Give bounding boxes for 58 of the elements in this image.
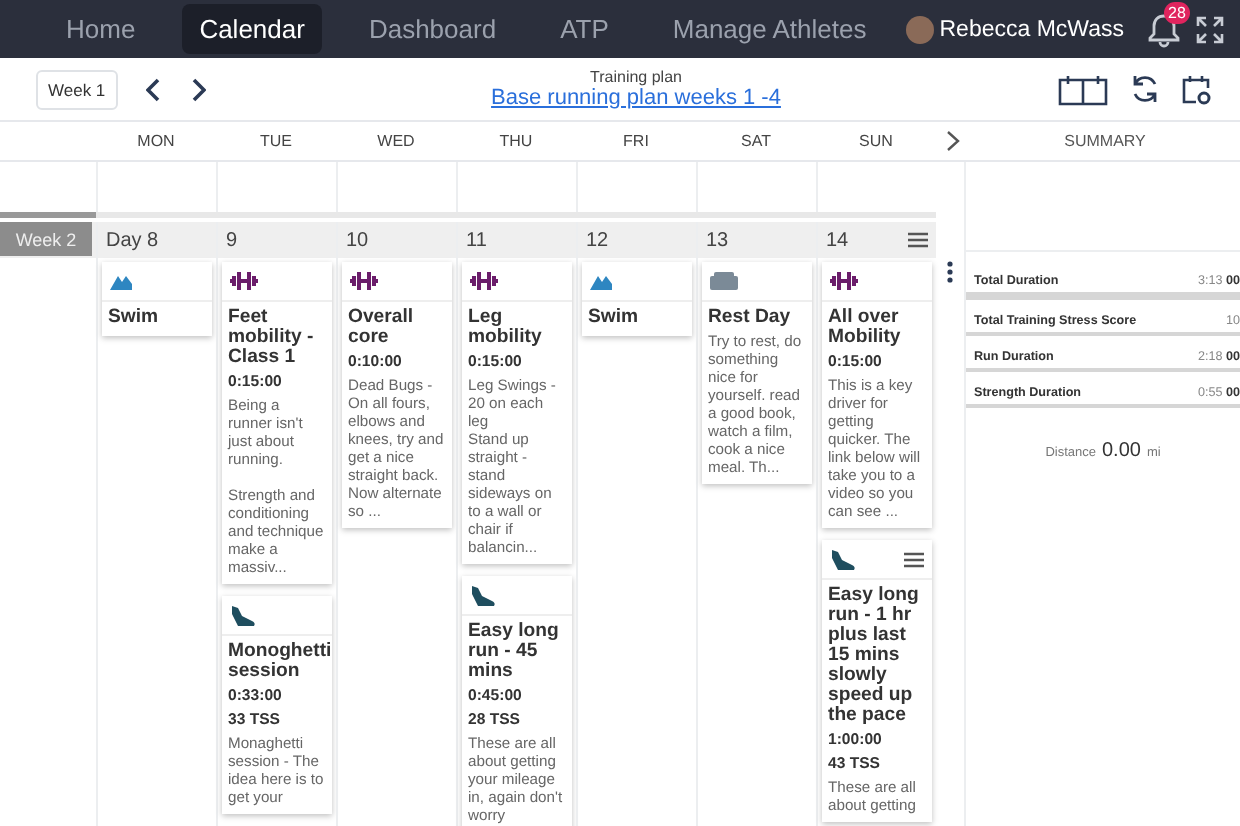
fullscreen-icon[interactable] [1196,15,1224,43]
workout-title: Monoghetti session [228,642,326,682]
workout-title: Feet mobility - Class 1 [228,308,316,368]
shoe-icon [230,605,256,625]
workout-title: Swim [108,308,161,328]
workout-card[interactable]: Swim [582,262,692,336]
bed-icon [710,272,738,290]
day-number: 13 [706,229,729,251]
week-label: Week 2 [0,222,92,256]
day-number: 11 [466,229,487,251]
workout-title: Overall core [348,308,416,348]
day-number: 10 [346,229,369,251]
menu-icon[interactable] [904,551,924,567]
weekday-header: TUE [258,132,294,150]
refresh-icon[interactable] [1130,74,1160,104]
nav-tab[interactable]: Home [48,4,154,54]
plan-link[interactable]: Base running plan weeks 1 -4 [491,86,781,110]
workout-title: Rest Day [708,308,793,328]
weekday-header: THU [497,132,535,150]
day-number: 14 [826,229,849,251]
workout-title: Swim [588,308,641,328]
day-number: 9 [226,229,238,251]
next-icon[interactable] [189,77,206,101]
shoe-icon [830,549,856,569]
shoe-icon [470,585,496,605]
workout-title: Easy long run - 1 hr plus last 15 mins slowly speed up the pace [828,586,921,726]
weekday-header: SAT [739,132,773,150]
workout-title: All over Mobility [828,308,903,348]
dumbbell-icon [350,272,378,290]
nav-tab[interactable]: Dashboard [350,4,515,54]
weekday-header: SUN [857,132,895,150]
workout-title: Leg mobility [468,308,544,348]
calendar-settings-icon[interactable] [1182,73,1212,105]
expand-summary-icon[interactable] [946,130,960,152]
dumbbell-icon [230,272,258,290]
weekday-header: MON [135,132,177,150]
nav-tab[interactable]: Calendar [181,4,323,54]
menu-icon[interactable] [908,232,928,248]
distance-value: 0.00 [1101,440,1141,462]
notification-badge: 28 [1164,1,1190,23]
workout-title: Easy long run - 45 mins [468,622,561,682]
weekday-header: FRI [621,132,651,150]
nav-tab[interactable]: ATP [542,4,627,54]
dumbbell-icon [470,272,498,290]
calendar-icon[interactable] [1058,73,1108,105]
avatar-icon[interactable] [905,15,934,43]
previous-icon[interactable] [145,77,162,101]
dumbbell-icon [830,272,858,290]
user-name[interactable]: Rebecca McWass [939,17,1124,41]
summary-header: SUMMARY [1062,132,1148,150]
week-button[interactable]: Week 1 [36,69,118,109]
nav-tab[interactable]: Manage Athletes [654,4,885,54]
day-number: Day 8 [106,229,159,251]
more-options-icon[interactable] [946,260,954,284]
plan-caption: Training plan [590,68,682,86]
day-number: 12 [586,229,609,251]
workout-card[interactable]: Swim [102,262,212,336]
weekday-header: WED [375,132,417,150]
